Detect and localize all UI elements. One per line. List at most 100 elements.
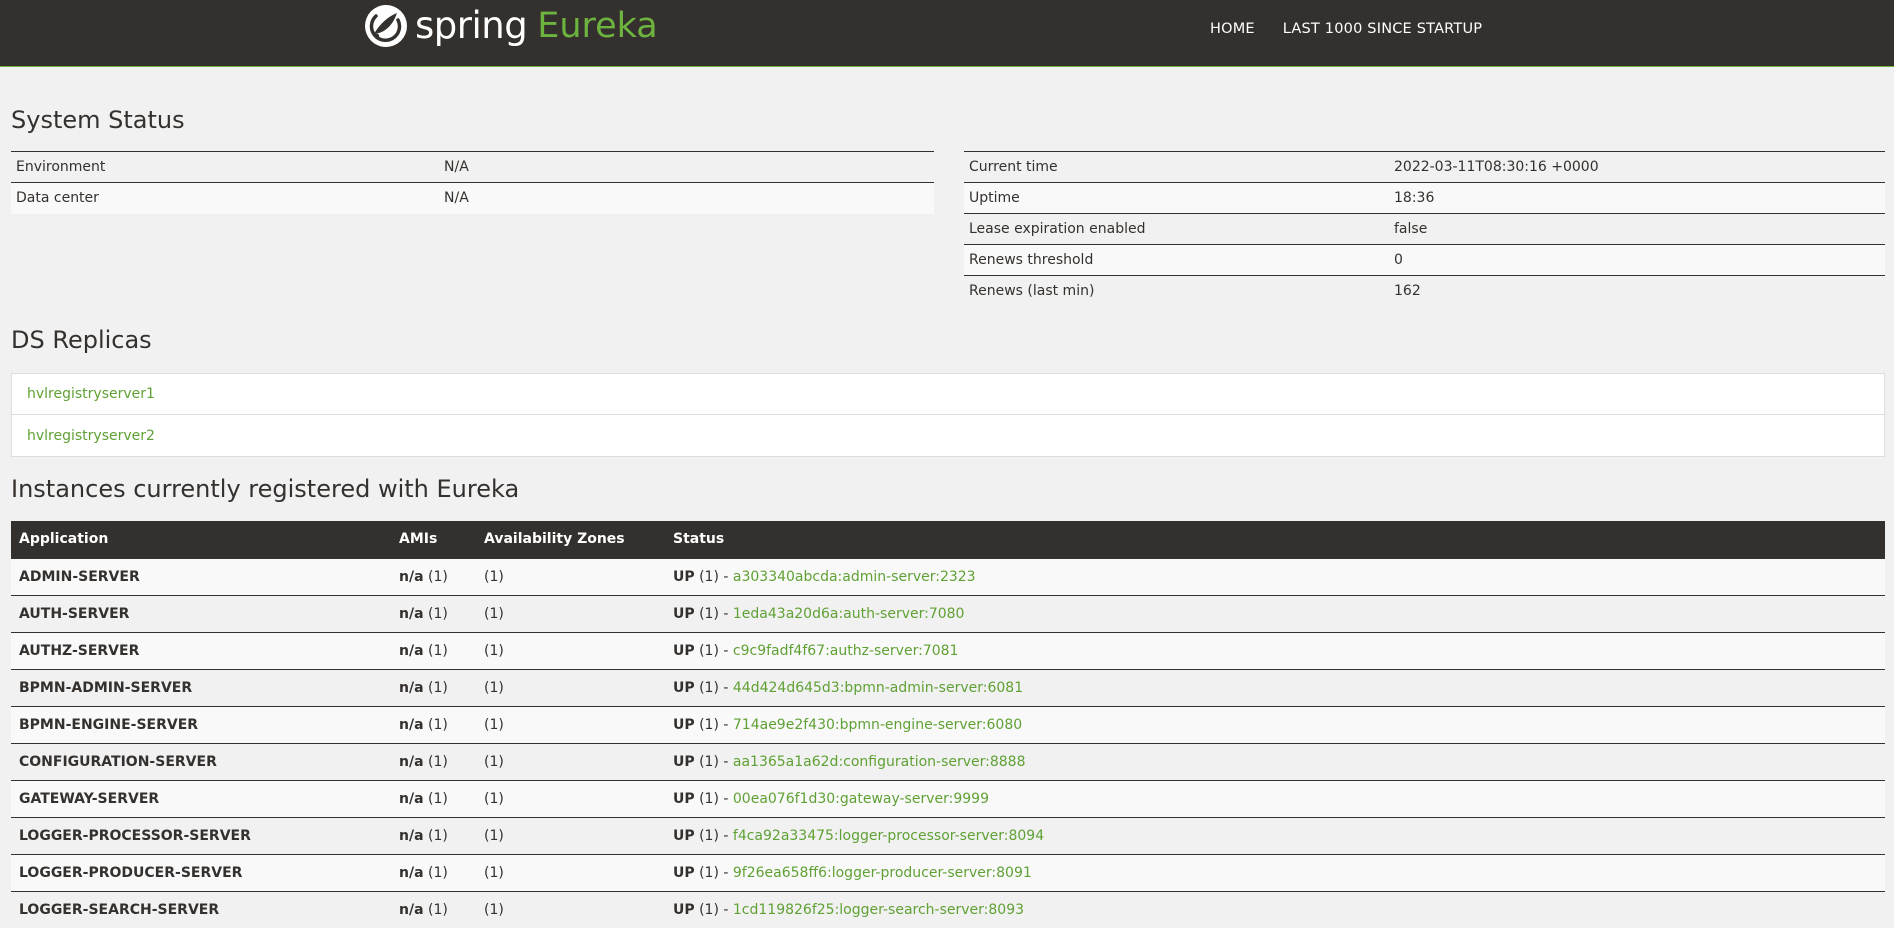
system-status-right-table: Current time 2022-03-11T08:30:16 +0000 Upt… (964, 151, 1885, 307)
ami-value: n/a (399, 864, 424, 881)
instance-link[interactable]: f4ca92a33475:logger-processor-server:809… (733, 828, 1044, 844)
status-value: 0 (1389, 244, 1885, 276)
ami-value: n/a (399, 716, 424, 733)
table-row: LOGGER-SEARCH-SERVER n/a (1) (1) UP (1) - 1… (11, 890, 1885, 928)
amis-cell: n/a (1) (391, 853, 476, 891)
status-label: Lease expiration enabled (964, 213, 1389, 245)
instance-link[interactable]: 1eda43a20d6a:auth-server:7080 (733, 606, 965, 622)
system-status-left-table: Environment N/A Data center N/A (11, 151, 934, 214)
spring-leaf-icon (365, 5, 407, 47)
nav-links: HOME LAST 1000 SINCE STARTUP (1210, 0, 1510, 58)
amis-cell: n/a (1) (391, 816, 476, 854)
status-row: Lease expiration enabled false (964, 213, 1885, 245)
header-availability-zones: Availability Zones (476, 521, 665, 558)
ami-count: (1) (427, 753, 448, 770)
status-label: Current time (964, 151, 1389, 183)
instance-link[interactable]: 714ae9e2f430:bpmn-engine-server:6080 (733, 717, 1022, 733)
navbar: spring Eureka HOME LAST 1000 SINCE START… (0, 0, 1894, 67)
availability-zones-cell: (1) (476, 816, 665, 854)
amis-cell: n/a (1) (391, 890, 476, 928)
status-label: Environment (11, 151, 439, 183)
status-row: Current time 2022-03-11T08:30:16 +0000 (964, 151, 1885, 183)
status-row: Uptime 18:36 (964, 182, 1885, 214)
ami-value: n/a (399, 605, 424, 622)
amis-cell: n/a (1) (391, 742, 476, 780)
header-status: Status (665, 521, 1885, 558)
instance-link[interactable]: 44d424d645d3:bpmn-admin-server:6081 (733, 680, 1023, 696)
availability-zones-cell: (1) (476, 742, 665, 780)
brand-logo-link[interactable]: spring Eureka (363, 2, 658, 50)
availability-zones-cell: (1) (476, 890, 665, 928)
status-label: Renews threshold (964, 244, 1389, 276)
instances-title: Instances currently registered with Eure… (11, 475, 520, 503)
ami-count: (1) (427, 790, 448, 807)
availability-zones-cell: (1) (476, 705, 665, 743)
application-name: LOGGER-PROCESSOR-SERVER (11, 816, 391, 854)
table-row: CONFIGURATION-SERVER n/a (1) (1) UP (1) - a… (11, 742, 1885, 780)
status-value: false (1389, 213, 1885, 245)
ami-value: n/a (399, 679, 424, 696)
status-cell: UP (1) - aa1365a1a62d:configuration-serv… (665, 742, 1885, 780)
amis-cell: n/a (1) (391, 668, 476, 706)
status-row: Renews (last min) 162 (964, 275, 1885, 307)
brand-spring-text: spring (415, 4, 528, 47)
application-name: BPMN-ADMIN-SERVER (11, 668, 391, 706)
instances-table: Application AMIs Availability Zones Stat… (11, 521, 1885, 928)
ami-value: n/a (399, 753, 424, 770)
amis-cell: n/a (1) (391, 594, 476, 632)
replica-link[interactable]: hvlregistryserver1 (27, 386, 155, 402)
status-up-badge: UP (673, 568, 695, 585)
table-row: BPMN-ADMIN-SERVER n/a (1) (1) UP (1) - 44d4… (11, 668, 1885, 706)
status-row: Renews threshold 0 (964, 244, 1885, 276)
status-count: (1) - (699, 716, 729, 733)
status-up-badge: UP (673, 901, 695, 918)
application-name: AUTHZ-SERVER (11, 631, 391, 669)
nav-last1000-link[interactable]: LAST 1000 SINCE STARTUP (1283, 21, 1482, 37)
instance-link[interactable]: 00ea076f1d30:gateway-server:9999 (733, 791, 989, 807)
replica-link[interactable]: hvlregistryserver2 (27, 428, 155, 444)
status-up-badge: UP (673, 716, 695, 733)
status-count: (1) - (699, 790, 729, 807)
table-row: AUTH-SERVER n/a (1) (1) UP (1) - 1eda43a20d… (11, 594, 1885, 632)
ds-replicas-title: DS Replicas (11, 326, 152, 354)
instance-link[interactable]: 9f26ea658ff6:logger-producer-server:8091 (733, 865, 1032, 881)
instance-link[interactable]: a303340abcda:admin-server:2323 (733, 569, 976, 585)
replica-item: hvlregistryserver1 (12, 374, 1884, 415)
availability-zones-cell: (1) (476, 853, 665, 891)
status-count: (1) - (699, 605, 729, 622)
ami-count: (1) (427, 679, 448, 696)
status-label: Uptime (964, 182, 1389, 214)
ami-count: (1) (427, 901, 448, 918)
instance-link[interactable]: c9c9fadf4f67:authz-server:7081 (733, 643, 959, 659)
status-count: (1) - (699, 679, 729, 696)
status-label: Renews (last min) (964, 275, 1389, 307)
status-value: N/A (439, 182, 934, 214)
status-up-badge: UP (673, 790, 695, 807)
instance-link[interactable]: 1cd119826f25:logger-search-server:8093 (733, 902, 1024, 918)
instance-link[interactable]: aa1365a1a62d:configuration-server:8888 (733, 754, 1026, 770)
availability-zones-cell: (1) (476, 594, 665, 632)
availability-zones-cell: (1) (476, 668, 665, 706)
availability-zones-cell: (1) (476, 779, 665, 817)
status-value: N/A (439, 151, 934, 183)
brand-eureka-text: Eureka (537, 6, 658, 46)
table-row: GATEWAY-SERVER n/a (1) (1) UP (1) - 00ea076… (11, 779, 1885, 817)
ami-value: n/a (399, 790, 424, 807)
table-row: LOGGER-PROCESSOR-SERVER n/a (1) (1) UP (1) … (11, 816, 1885, 854)
table-row: ADMIN-SERVER n/a (1) (1) UP (1) - a303340ab… (11, 557, 1885, 595)
ds-replicas-list: hvlregistryserver1 hvlregistryserver2 (11, 373, 1885, 457)
status-cell: UP (1) - 9f26ea658ff6:logger-producer-se… (665, 853, 1885, 891)
amis-cell: n/a (1) (391, 779, 476, 817)
ami-count: (1) (427, 642, 448, 659)
ami-value: n/a (399, 642, 424, 659)
status-cell: UP (1) - f4ca92a33475:logger-processor-s… (665, 816, 1885, 854)
nav-home-link[interactable]: HOME (1210, 21, 1255, 37)
status-value: 2022-03-11T08:30:16 +0000 (1389, 151, 1885, 183)
ami-count: (1) (427, 605, 448, 622)
amis-cell: n/a (1) (391, 557, 476, 595)
amis-cell: n/a (1) (391, 705, 476, 743)
status-label: Data center (11, 182, 439, 214)
status-row: Data center N/A (11, 182, 934, 214)
status-cell: UP (1) - 714ae9e2f430:bpmn-engine-server… (665, 705, 1885, 743)
table-row: BPMN-ENGINE-SERVER n/a (1) (1) UP (1) - 714… (11, 705, 1885, 743)
